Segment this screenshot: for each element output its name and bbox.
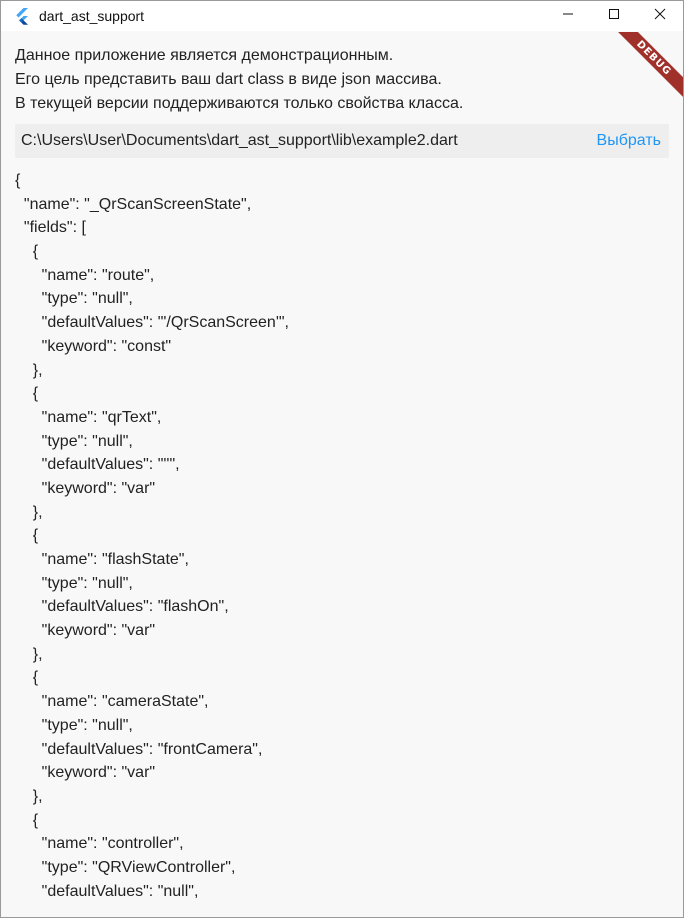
close-button[interactable] [637, 1, 683, 31]
description-text: Данное приложение является демонстрацион… [15, 31, 669, 116]
json-line: { [15, 385, 39, 403]
json-line: { [15, 811, 39, 829]
json-line: "keyword": "var" [15, 622, 156, 640]
json-line: "fields": [ [15, 219, 86, 237]
json-line: "keyword": "var" [15, 764, 156, 782]
json-line: { [15, 243, 39, 261]
json-line: "type": "null", [15, 290, 133, 308]
json-output: { "name": "_QrScanScreenState", "fields"… [15, 169, 669, 903]
maximize-icon [608, 7, 620, 25]
title-bar[interactable]: dart_ast_support [1, 1, 683, 31]
json-line: "defaultValues": "''", [15, 456, 180, 474]
json-line: "defaultValues": "flashOn", [15, 598, 229, 616]
json-line: "defaultValues": "'/QrScanScreen'", [15, 314, 289, 332]
json-line: "name": "route", [15, 266, 155, 284]
json-line: "keyword": "var" [15, 479, 156, 497]
json-line: { [15, 527, 39, 545]
json-line: "defaultValues": "frontCamera", [15, 740, 263, 758]
json-line: "name": "flashState", [15, 551, 189, 568]
main-content: Данное приложение является демонстрацион… [1, 31, 683, 917]
description-line: Его цель представить ваш dart class в ви… [15, 71, 442, 88]
minimize-button[interactable] [545, 1, 591, 31]
json-line: "name": "cameraState", [15, 693, 209, 711]
json-line: { [15, 669, 39, 687]
json-line: "type": "null", [15, 574, 133, 592]
json-line: }, [15, 787, 43, 805]
description-line: Данное приложение является демонстрацион… [15, 47, 394, 64]
file-path-bar: C:\Users\User\Documents\dart_ast_support… [15, 124, 669, 158]
json-line: }, [15, 503, 43, 521]
json-line: "name": "qrText", [15, 408, 162, 426]
flutter-logo-icon [13, 7, 31, 25]
maximize-button[interactable] [591, 1, 637, 31]
window-controls [545, 1, 683, 31]
close-icon [654, 7, 666, 25]
description-line: В текущей версии поддерживаются только с… [15, 95, 464, 112]
json-line: "type": "QRViewController", [15, 858, 236, 876]
json-line: "type": "null", [15, 716, 133, 734]
window-title: dart_ast_support [39, 8, 145, 24]
choose-file-button[interactable]: Выбрать [595, 128, 663, 154]
app-window: dart_ast_support Данное приложение являе… [0, 0, 684, 918]
json-line: { [15, 172, 21, 189]
minimize-icon [562, 7, 574, 25]
json-line: }, [15, 645, 43, 663]
json-line: }, [15, 361, 43, 379]
json-line: "name": "controller", [15, 835, 184, 853]
json-line: "defaultValues": "null", [15, 882, 199, 900]
file-path: C:\Users\User\Documents\dart_ast_support… [21, 132, 458, 149]
json-line: "name": "_QrScanScreenState", [15, 195, 252, 213]
json-line: "keyword": "const" [15, 337, 172, 355]
json-line: "type": "null", [15, 432, 133, 450]
